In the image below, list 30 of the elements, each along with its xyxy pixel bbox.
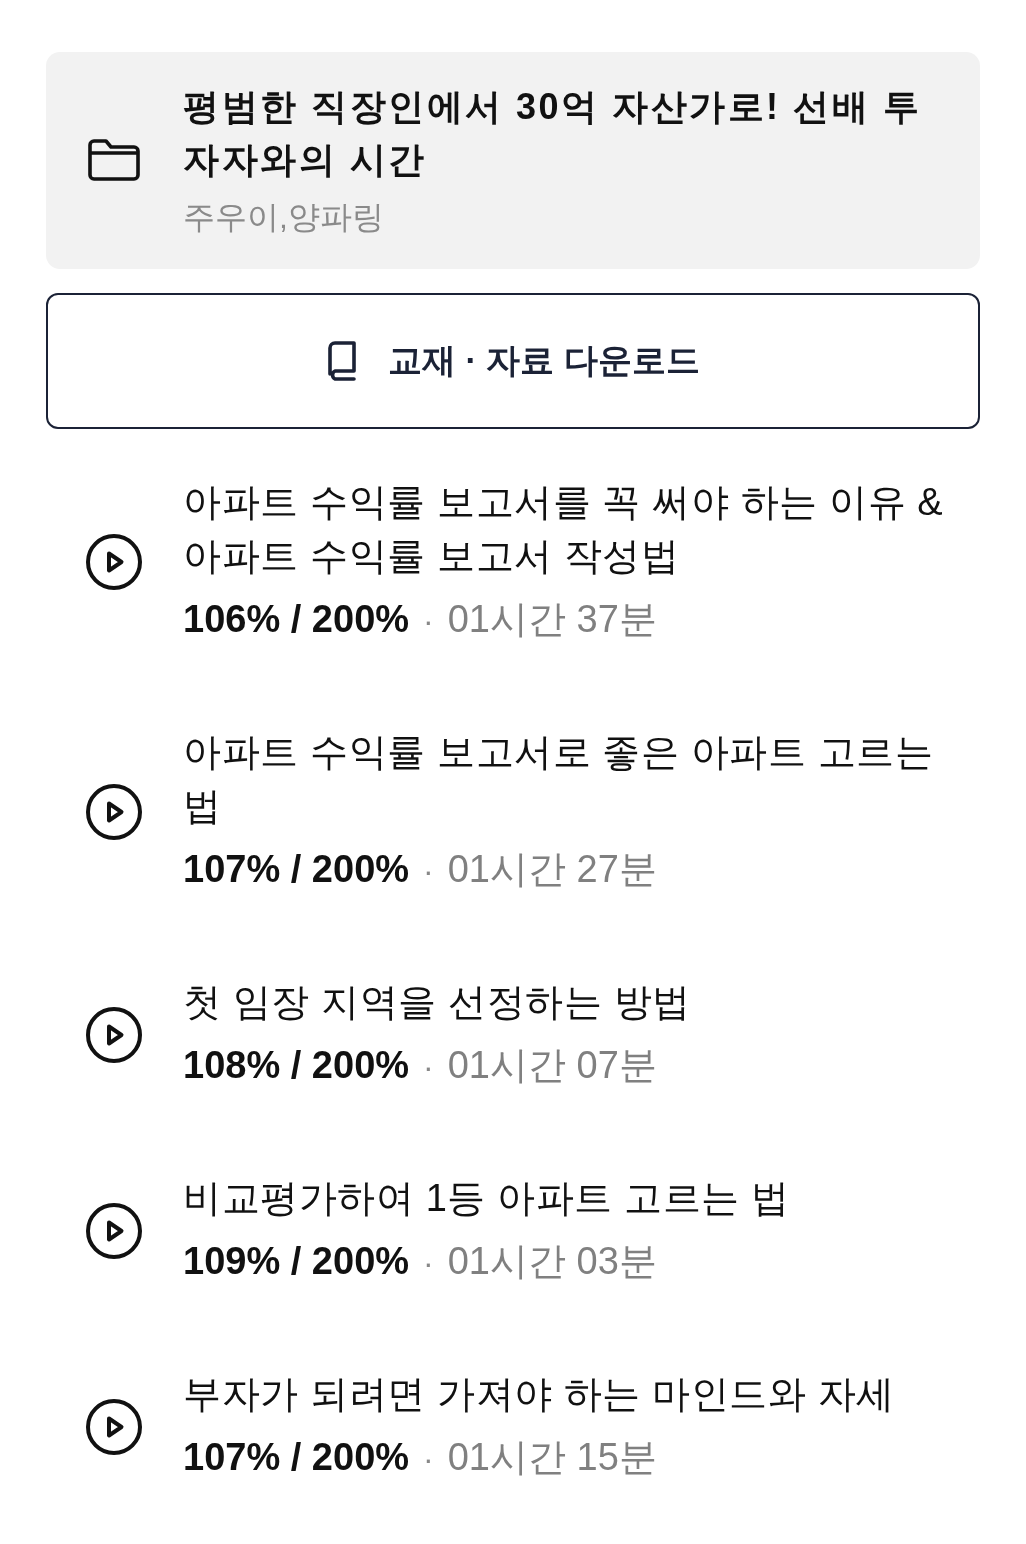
duration-text: 01시간 37분	[447, 597, 657, 642]
duration-text: 01시간 15분	[447, 1435, 657, 1480]
duration-text: 01시간 03분	[447, 1239, 657, 1284]
progress-text: 108% / 200%	[183, 1043, 410, 1088]
progress-text: 107% / 200%	[183, 847, 410, 892]
progress-text: 107% / 200%	[183, 1435, 410, 1480]
separator: ·	[423, 1440, 434, 1479]
play-icon[interactable]	[86, 1203, 142, 1259]
play-icon[interactable]	[86, 1399, 142, 1455]
lesson-title: 첫 임장 지역을 선정하는 방법	[183, 980, 692, 1025]
play-icon[interactable]	[86, 1007, 142, 1063]
play-icon[interactable]	[86, 784, 142, 840]
duration-text: 01시간 27분	[447, 847, 657, 892]
separator: ·	[423, 1048, 434, 1087]
progress-text: 106% / 200%	[183, 597, 410, 642]
progress-text: 109% / 200%	[183, 1239, 410, 1284]
separator: ·	[423, 852, 434, 891]
duration-text: 01시간 07분	[447, 1043, 657, 1088]
lesson-title: 부자가 되려면 가져야 하는 마인드와 자세	[183, 1372, 896, 1417]
lesson-title: 아파트 수익률 보고서를 꼭 써야 하는 이유 & 아파트 수익률 보고서 작성법	[183, 480, 945, 579]
download-button[interactable]: 교재 · 자료 다운로드	[46, 293, 980, 429]
separator: ·	[423, 602, 434, 641]
folder-icon	[86, 136, 142, 183]
book-icon	[326, 341, 359, 381]
course-authors: 주우이,양파링	[183, 198, 385, 237]
lesson-title: 비교평가하여 1등 아파트 고르는 법	[183, 1176, 791, 1221]
play-icon[interactable]	[86, 534, 142, 590]
course-title: 평범한 직장인에서 30억 자산가로! 선배 투자자와의 시간	[183, 85, 923, 182]
lesson-title: 아파트 수익률 보고서로 좋은 아파트 고르는 법	[183, 730, 935, 829]
separator: ·	[423, 1244, 434, 1283]
